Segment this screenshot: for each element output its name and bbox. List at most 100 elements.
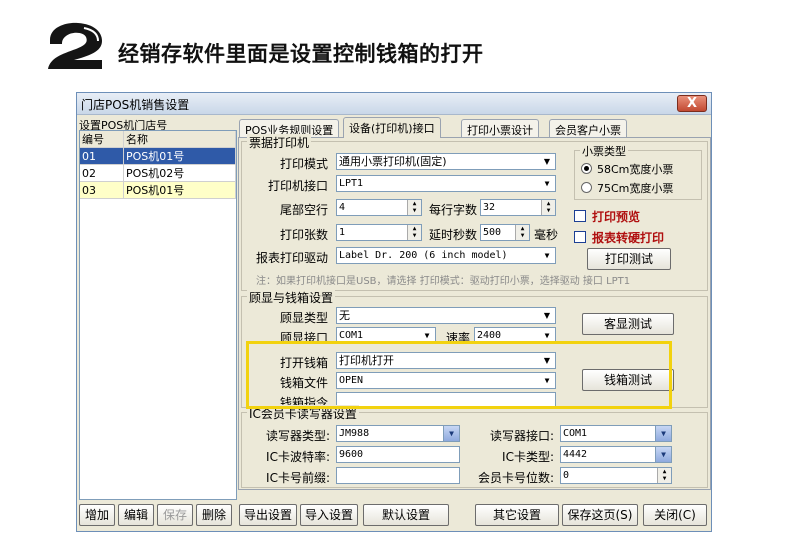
- tail-lines-stepper[interactable]: 4 ▲ ▼: [336, 199, 422, 216]
- display-baud-value: 2400: [477, 330, 502, 341]
- chevron-down-icon: ▼: [544, 251, 550, 260]
- printer-port-label: 打印机接口: [267, 179, 328, 193]
- spinner-arrows-icon[interactable]: ▲ ▼: [657, 468, 671, 483]
- display-test-button[interactable]: 客显测试: [582, 313, 674, 335]
- print-test-button[interactable]: 打印测试: [587, 248, 671, 270]
- import-settings-button[interactable]: 导入设置: [300, 504, 358, 526]
- card-digits-label: 会员卡号位数:: [477, 471, 554, 485]
- card-digits-stepper[interactable]: 0 ▲ ▼: [560, 467, 672, 484]
- report-driver-value: Label Dr. 200 (6 inch model): [339, 250, 508, 261]
- reader-port-select[interactable]: COM1 ▼: [560, 425, 672, 442]
- window-title: 门店POS机销售设置: [81, 98, 190, 112]
- store-list-header: 编号 名称: [80, 131, 236, 148]
- display-type-value: 无: [339, 309, 350, 322]
- print-mode-value: 通用小票打印机(固定): [339, 155, 447, 168]
- report-hard-print-checkbox[interactable]: [574, 231, 586, 243]
- export-settings-button[interactable]: 导出设置: [239, 504, 297, 526]
- chevron-down-icon: ▼: [543, 157, 551, 166]
- tail-lines-value: 4: [339, 202, 346, 213]
- display-drawer-group-title: 顾显与钱箱设置: [247, 289, 336, 306]
- column-header-id: 编号: [80, 131, 124, 148]
- copies-value: 1: [339, 227, 346, 238]
- close-button[interactable]: 关闭(C): [643, 504, 707, 526]
- printer-port-select[interactable]: LPT1 ▼: [336, 175, 556, 192]
- spinner-arrows-icon[interactable]: ▲ ▼: [407, 200, 421, 215]
- page-heading: 经销存软件里面是设置控制钱箱的打开: [118, 42, 484, 66]
- ic-prefix-input[interactable]: [336, 467, 460, 484]
- display-type-label: 顾显类型: [279, 311, 328, 325]
- chevron-down-icon: ▼: [655, 447, 671, 462]
- ic-prefix-label: IC卡号前缀:: [266, 471, 330, 485]
- add-button[interactable]: 增加: [79, 504, 115, 526]
- printer-port-value: LPT1: [339, 178, 364, 189]
- display-type-select[interactable]: 无 ▼: [336, 307, 556, 324]
- default-settings-button[interactable]: 默认设置: [363, 504, 449, 526]
- reader-type-label: 读写器类型:: [265, 429, 330, 443]
- chevron-down-icon: ▼: [543, 311, 551, 320]
- card-digits-value: 0: [563, 470, 570, 481]
- chars-per-line-stepper[interactable]: 32 ▲ ▼: [480, 199, 556, 216]
- report-driver-select[interactable]: Label Dr. 200 (6 inch model) ▼: [336, 247, 556, 264]
- list-item[interactable]: 03 POS机01号: [80, 182, 236, 199]
- other-settings-button[interactable]: 其它设置: [475, 504, 559, 526]
- paper-58-radio[interactable]: [581, 163, 592, 174]
- ic-baud-input[interactable]: 9600: [336, 446, 460, 463]
- tab-member-receipt[interactable]: 会员客户小票: [549, 119, 627, 137]
- display-port-value: COM1: [339, 330, 364, 341]
- list-item-id: 03: [80, 182, 124, 199]
- list-item-id: 02: [80, 165, 124, 182]
- report-driver-label: 报表打印驱动: [255, 251, 328, 265]
- device-tab-panel: 票据打印机 打印模式 通用小票打印机(固定) ▼ 打印机接口 LPT1 ▼ 尾部…: [238, 134, 711, 490]
- spinner-arrows-icon[interactable]: ▲ ▼: [515, 225, 529, 240]
- ic-card-type-value: 4442: [563, 449, 588, 460]
- ic-card-type-select[interactable]: 4442 ▼: [560, 446, 672, 463]
- paper-type-title: 小票类型: [580, 143, 628, 159]
- ic-baud-label: IC卡波特率:: [266, 450, 330, 464]
- chevron-down-icon: ▼: [655, 426, 671, 441]
- spinner-arrows-icon[interactable]: ▲ ▼: [407, 225, 421, 240]
- chevron-down-icon: ▼: [443, 426, 459, 441]
- list-item-id: 01: [80, 148, 124, 165]
- print-preview-checkbox[interactable]: [574, 210, 586, 222]
- list-item-name: POS机01号: [124, 182, 236, 199]
- save-page-button[interactable]: 保存这页(S): [562, 504, 638, 526]
- pos-settings-dialog: 门店POS机销售设置 X 设置POS机门店号 编号 名称 01 POS机01号 …: [76, 92, 712, 532]
- reader-type-select[interactable]: JM988 ▼: [336, 425, 460, 442]
- reader-port-value: COM1: [563, 428, 588, 439]
- step-number-2-icon: [48, 22, 102, 69]
- paper-75-label: 75Cm宽度小票: [597, 182, 674, 195]
- receipt-printer-group: 票据打印机 打印模式 通用小票打印机(固定) ▼ 打印机接口 LPT1 ▼ 尾部…: [241, 134, 708, 291]
- cash-drawer-highlight-box: [246, 341, 672, 409]
- list-item[interactable]: 01 POS机01号: [80, 148, 236, 165]
- title-bar[interactable]: 门店POS机销售设置 X: [77, 93, 711, 115]
- ic-card-type-label: IC卡类型:: [502, 450, 554, 464]
- tab-device-interface[interactable]: 设备(打印机)接口: [343, 117, 441, 138]
- print-preview-label: 打印预览: [592, 210, 641, 224]
- copies-label: 打印张数: [279, 228, 328, 242]
- store-list[interactable]: 编号 名称 01 POS机01号 02 POS机02号 03 POS机01号: [79, 130, 237, 500]
- tab-receipt-design[interactable]: 打印小票设计: [461, 119, 539, 137]
- paper-58-label: 58Cm宽度小票: [597, 163, 674, 176]
- chevron-down-icon: ▼: [544, 179, 550, 188]
- spinner-arrows-icon[interactable]: ▲ ▼: [541, 200, 555, 215]
- ic-reader-group: IC会员卡读写器设置 读写器类型: JM988 ▼ 读写器接口: COM1 ▼ …: [241, 405, 708, 488]
- edit-button[interactable]: 编辑: [118, 504, 154, 526]
- delay-label: 延时秒数: [428, 228, 477, 242]
- receipt-printer-group-title: 票据打印机: [247, 134, 312, 151]
- paper-type-group: 小票类型 58Cm宽度小票 75Cm宽度小票: [574, 143, 702, 200]
- delete-button[interactable]: 删除: [196, 504, 232, 526]
- copies-stepper[interactable]: 1 ▲ ▼: [336, 224, 422, 241]
- list-item-name: POS机02号: [124, 165, 236, 182]
- print-mode-select[interactable]: 通用小票打印机(固定) ▼: [336, 153, 556, 170]
- usb-note: 注：如果打印机接口是USB，请选择 打印模式：驱动打印小票，选择驱动 接口 LP…: [256, 276, 631, 287]
- chars-per-line-label: 每行字数: [428, 203, 477, 217]
- save-button[interactable]: 保存: [157, 504, 193, 526]
- delay-unit: 毫秒: [533, 228, 558, 242]
- delay-stepper[interactable]: 500 ▲ ▼: [480, 224, 530, 241]
- list-item-name: POS机01号: [124, 148, 236, 165]
- list-item[interactable]: 02 POS机02号: [80, 165, 236, 182]
- close-window-button[interactable]: X: [677, 95, 707, 112]
- print-mode-label: 打印模式: [279, 157, 328, 171]
- paper-75-radio[interactable]: [581, 182, 592, 193]
- column-header-name: 名称: [124, 131, 236, 148]
